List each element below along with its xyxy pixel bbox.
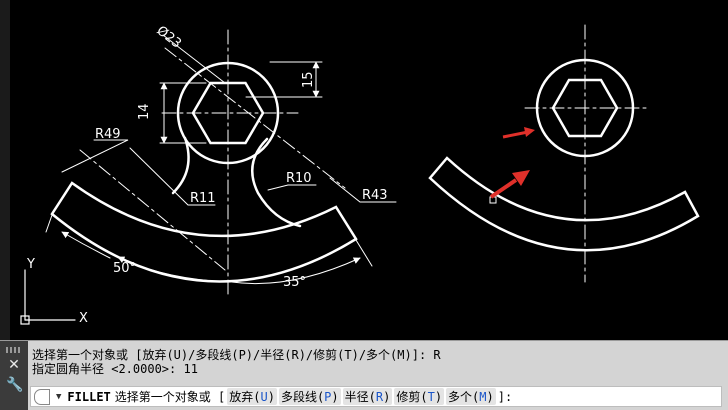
ucs-icon: [20, 269, 76, 325]
center-lines-left: [79, 29, 346, 296]
command-line-toolbar: ✕ 🔧: [0, 341, 28, 410]
arc-band-right: [428, 156, 700, 252]
dim-r11-label: R11: [190, 191, 216, 206]
fillet-r11: [171, 136, 190, 195]
autocad-window: Ø23 15 14 R49 R11 R10 R43 50° 35° Y X ✕ …: [0, 0, 728, 410]
command-line-panel: ✕ 🔧 选择第一个对象或 [放弃(U)/多段线(P)/半径(R)/修剪(T)/多…: [0, 340, 728, 410]
option-trim[interactable]: 修剪(T): [394, 388, 445, 405]
dim-50deg-label: 50°: [113, 261, 136, 276]
command-history: 选择第一个对象或 [放弃(U)/多段线(P)/半径(R)/修剪(T)/多个(M)…: [32, 348, 724, 376]
dim-14-label: 14: [137, 103, 152, 120]
center-lines-right: [524, 24, 649, 283]
command-input[interactable]: ▼ FILLET 选择第一个对象或 [ 放弃(U) 多段线(P) 半径(R) 修…: [30, 386, 722, 407]
dim-r10-label: R10: [286, 171, 312, 186]
command-suffix: ]:: [497, 389, 513, 404]
command-name: FILLET: [67, 389, 111, 404]
dim-15-label: 15: [301, 71, 316, 88]
dim-r43-label: R43: [362, 188, 388, 203]
dim-r49-label: R49: [95, 127, 121, 142]
annotation-arrows: [489, 127, 535, 199]
command-prompt-text: 选择第一个对象或 [: [114, 390, 226, 404]
history-line-2: 指定圆角半径 <2.0000>: 11: [32, 362, 198, 376]
dim-35deg-label: 35°: [283, 275, 306, 290]
ucs-x-label: X: [79, 311, 88, 326]
history-line-1: 选择第一个对象或 [放弃(U)/多段线(P)/半径(R)/修剪(T)/多个(M)…: [32, 348, 441, 362]
option-undo[interactable]: 放弃(U): [227, 388, 277, 405]
drawing-canvas[interactable]: Ø23 15 14 R49 R11 R10 R43 50° 35° Y X: [10, 0, 728, 340]
left-part: [20, 29, 397, 325]
command-prompt-icon: [34, 388, 50, 405]
ucs-y-label: Y: [26, 257, 35, 272]
wrench-icon[interactable]: 🔧: [6, 377, 23, 393]
drawing-viewport[interactable]: Ø23 15 14 R49 R11 R10 R43 50° 35° Y X: [10, 0, 728, 340]
option-radius[interactable]: 半径(R): [342, 388, 393, 405]
chevron-down-icon[interactable]: ▼: [56, 392, 61, 402]
option-polyline[interactable]: 多段线(P): [278, 388, 341, 405]
close-icon[interactable]: ✕: [6, 357, 22, 373]
right-part: [428, 24, 700, 283]
panel-grip-handle[interactable]: [6, 347, 22, 353]
option-multiple[interactable]: 多个(M): [446, 388, 496, 405]
